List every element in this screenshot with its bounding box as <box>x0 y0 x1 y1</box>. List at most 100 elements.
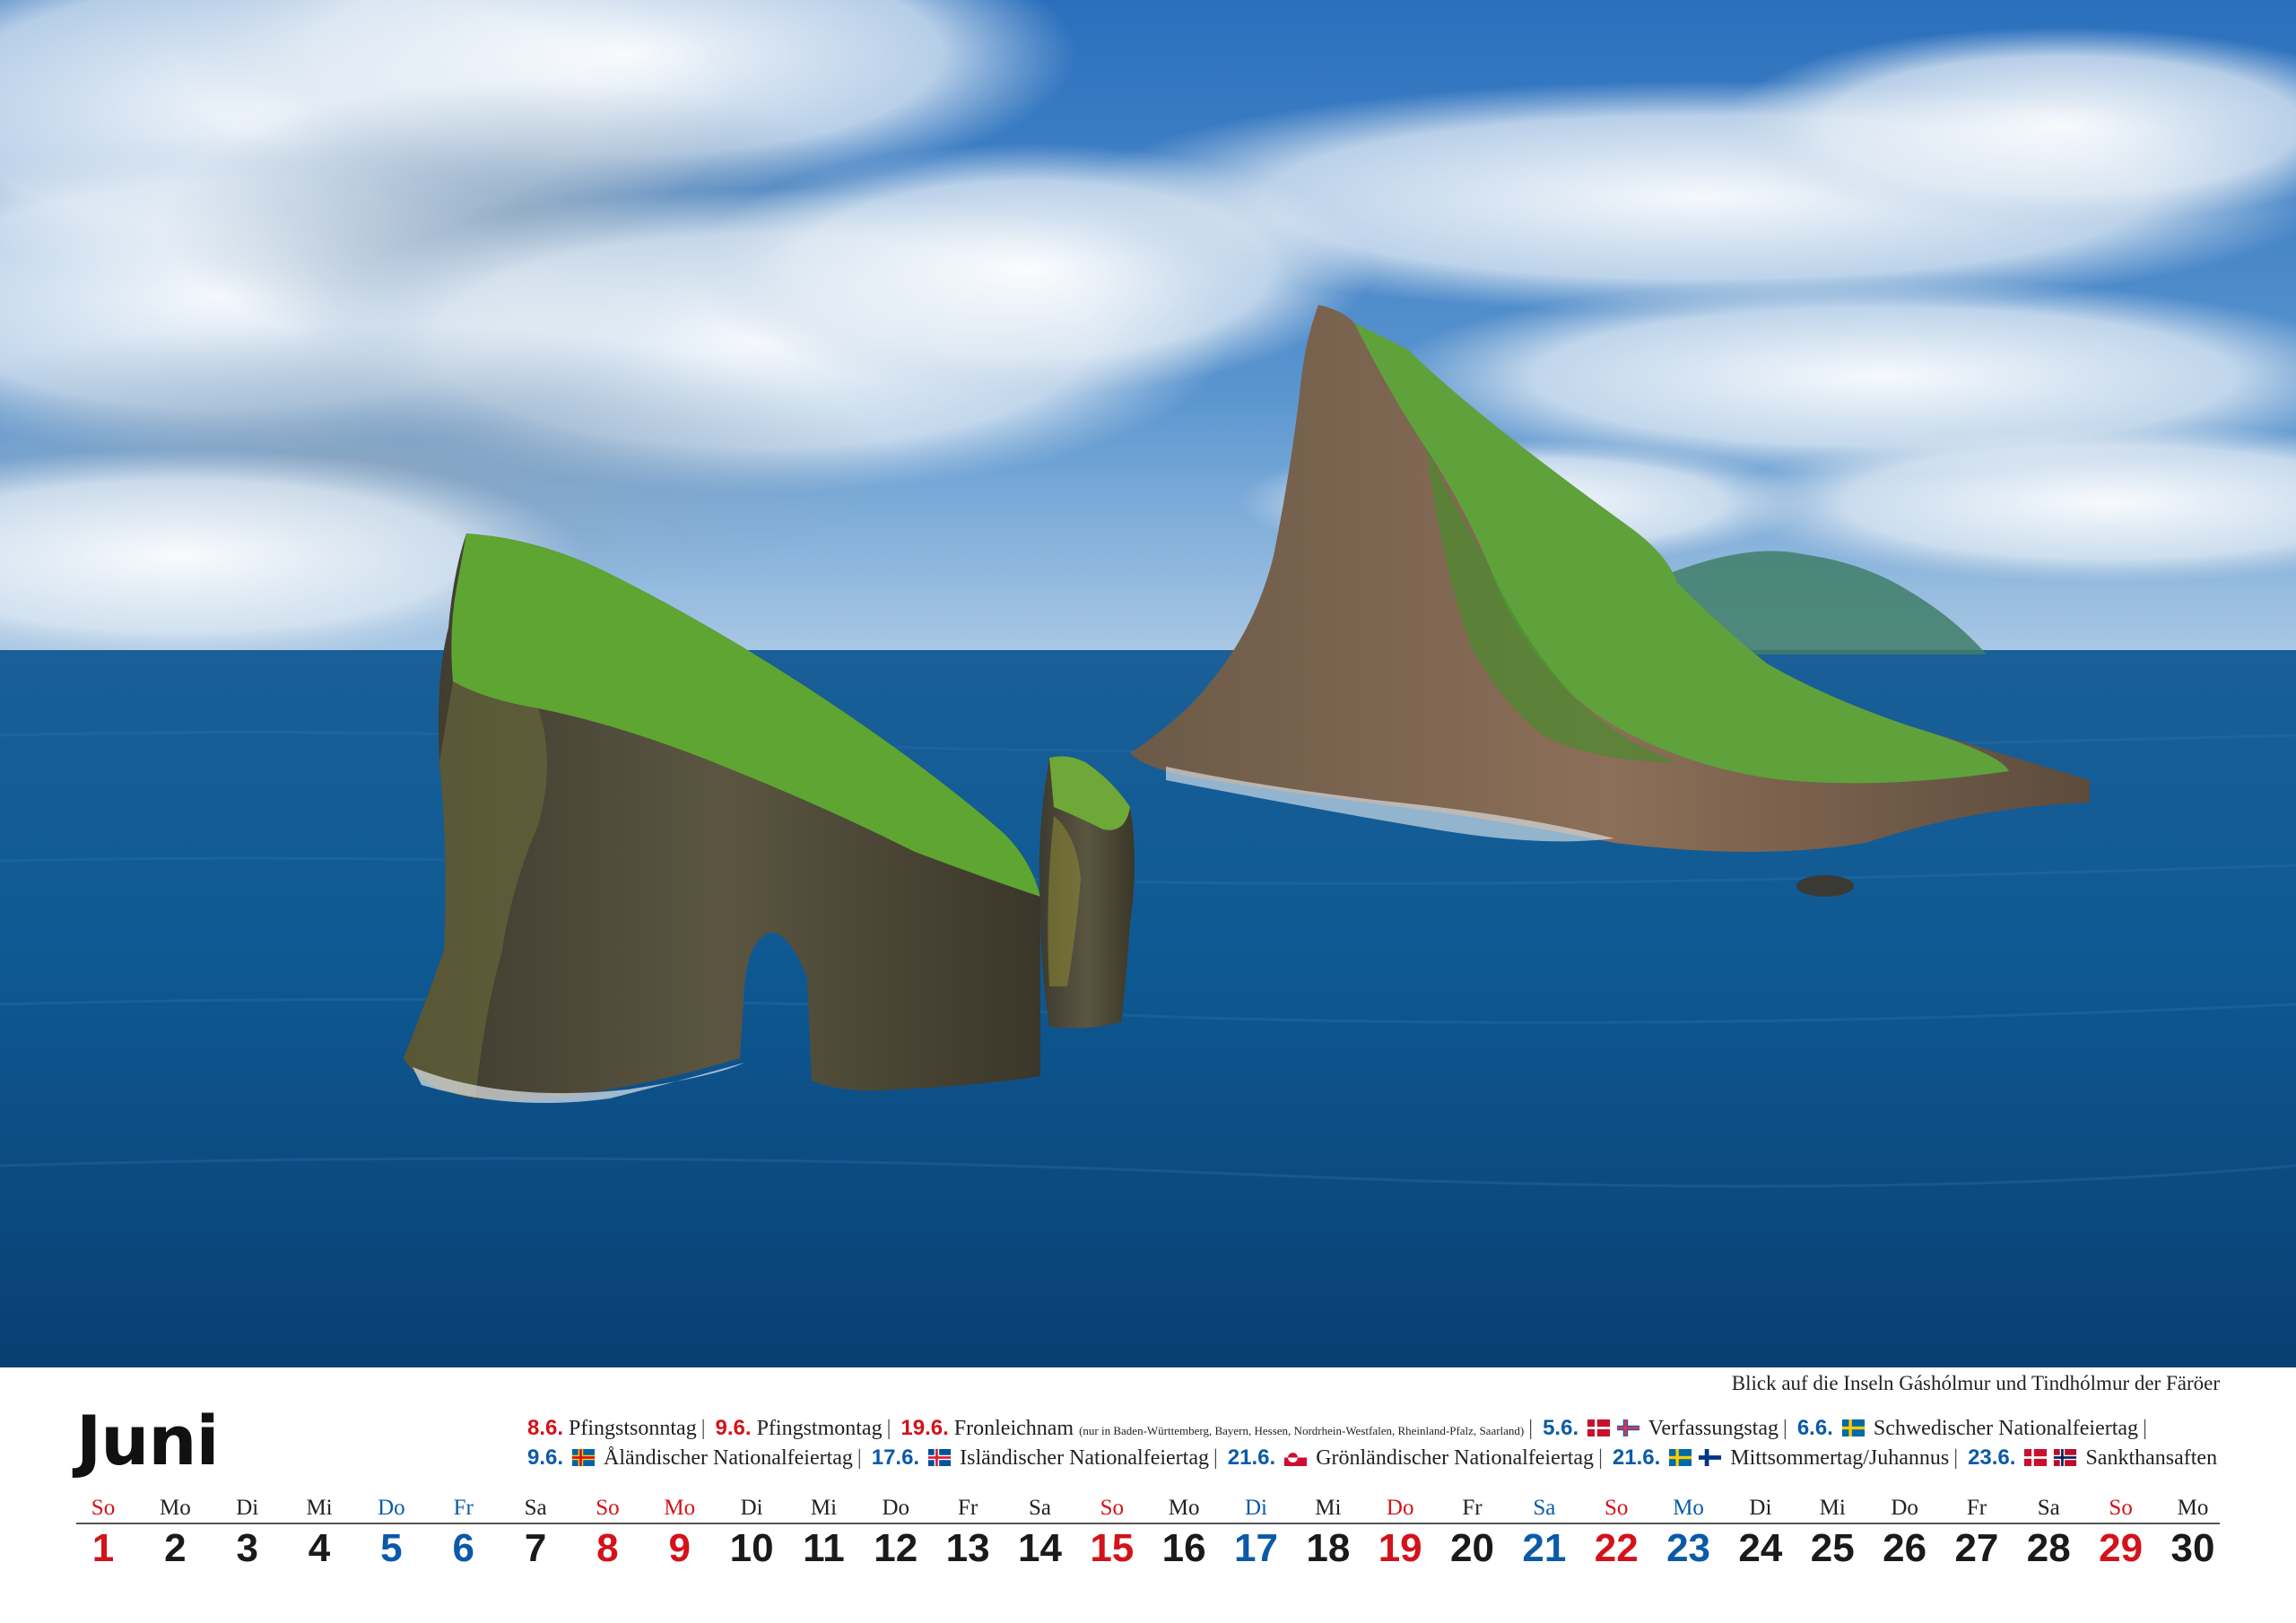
sweden-flag-icon <box>1669 1449 1692 1466</box>
date-number: 20 <box>1450 1526 1494 1570</box>
holiday-date: 17.6. <box>871 1445 920 1470</box>
finland-flag-icon <box>1699 1449 1722 1466</box>
weekday-label: Mo <box>159 1496 191 1520</box>
holiday-date: 23.6. <box>1968 1445 2016 1470</box>
weekday-label: So <box>1605 1496 1629 1520</box>
date-number: 4 <box>308 1526 331 1570</box>
holiday-note: (nur in Baden-Württemberg, Bayern, Hesse… <box>1079 1424 1525 1437</box>
holiday-date: 19.6. <box>900 1416 949 1440</box>
holiday-name: Isländischer Nationalfeiertag <box>960 1446 1209 1470</box>
separator: | <box>2143 1417 2147 1440</box>
date-number: 2 <box>164 1526 187 1570</box>
holiday-date: 5.6. <box>1543 1416 1579 1440</box>
date-number: 28 <box>2026 1526 2071 1570</box>
weekday-label: So <box>2109 1496 2133 1520</box>
date-number: 16 <box>1161 1526 1206 1570</box>
rock-islet <box>1796 875 1854 897</box>
date-number: 1 <box>91 1526 115 1570</box>
holiday-name: Pfingstmontag <box>756 1417 883 1440</box>
weekday-label: So <box>596 1496 620 1520</box>
holiday-name: Mittsommertag/Juhannus <box>1730 1446 1950 1470</box>
holiday-date: 6.6. <box>1796 1416 1833 1440</box>
aland-flag-icon <box>571 1449 596 1466</box>
weekday-label: Fr <box>958 1496 978 1520</box>
date-number: 18 <box>1306 1526 1351 1570</box>
denmark-flag-icon <box>2024 1449 2048 1466</box>
date-number: 26 <box>1883 1526 1927 1570</box>
date-number: 19 <box>1378 1526 1422 1570</box>
landscape-photo <box>0 0 2296 1367</box>
greenland-flag-icon <box>1284 1449 1308 1466</box>
holiday-name: Pfingstsonntag <box>569 1417 697 1440</box>
date-number: 8 <box>596 1526 619 1570</box>
weekday-label: Mi <box>1819 1496 1846 1520</box>
small-sea-stack <box>1039 756 1135 1028</box>
date-number: 6 <box>452 1526 474 1570</box>
separator: | <box>1213 1446 1218 1470</box>
weekday-label: Sa <box>524 1496 547 1520</box>
separator: | <box>857 1446 862 1470</box>
weekday-label: Sa <box>1533 1496 1556 1520</box>
separator: | <box>1953 1446 1959 1470</box>
sea-stacks-illustration <box>0 0 2296 1367</box>
faroe-flag-icon <box>1617 1419 1640 1436</box>
date-number: 24 <box>1738 1526 1783 1570</box>
date-number: 29 <box>2099 1526 2144 1570</box>
weekday-label: So <box>1100 1496 1125 1520</box>
weekday-label: Do <box>882 1496 910 1520</box>
weekday-label: Mo <box>1673 1496 1704 1520</box>
weekday-label: Fr <box>1966 1496 1987 1520</box>
date-number: 17 <box>1234 1526 1278 1570</box>
date-number: 27 <box>1954 1526 1999 1570</box>
weekday-label: Sa <box>2037 1496 2060 1520</box>
holiday-line-2: 9.6. Åländischer Nationalfeiertag | 17.6.… <box>527 1445 2267 1471</box>
weekday-label: Di <box>236 1496 259 1520</box>
weekday-label: Fr <box>453 1496 474 1520</box>
date-number: 22 <box>1594 1526 1639 1570</box>
holiday-line-1: 8.6. Pfingstsonntag | 9.6. Pfingstmontag |… <box>527 1415 2267 1445</box>
date-number: 7 <box>524 1526 547 1570</box>
weekday-label: Mi <box>306 1496 333 1520</box>
separator: | <box>1598 1446 1603 1470</box>
weekday-label: Di <box>1245 1496 1267 1520</box>
weekday-label: Di <box>740 1496 763 1520</box>
weekday-label: Mo <box>664 1496 696 1520</box>
weekday-label: Fr <box>1462 1496 1483 1520</box>
holiday-date: 21.6. <box>1227 1445 1276 1470</box>
date-number: 3 <box>236 1526 258 1570</box>
photo-caption: Blick auf die Inseln Gáshólmur und Tindh… <box>1731 1372 2220 1394</box>
date-number: 23 <box>1666 1526 1711 1570</box>
holiday-date: 9.6. <box>715 1416 752 1440</box>
weekday-label: Do <box>378 1496 405 1520</box>
weekday-label: So <box>91 1496 116 1520</box>
date-row: 1 2 3 4 5 6 7 8 9 10 11 12 13 14 15 16 17 18 19 20 21 22 23 24 2… <box>76 1526 2220 1571</box>
separator: | <box>700 1417 706 1440</box>
date-number: 13 <box>945 1526 990 1570</box>
date-number: 14 <box>1017 1526 1062 1570</box>
date-number: 9 <box>668 1526 691 1570</box>
month-title: Juni <box>76 1401 220 1480</box>
separator: | <box>1783 1417 1787 1440</box>
weekday-label: Mi <box>810 1496 838 1520</box>
holiday-name: Fronleichnam <box>953 1417 1074 1440</box>
separator: | <box>1528 1417 1534 1440</box>
date-number: 12 <box>874 1526 918 1570</box>
holiday-date: 21.6. <box>1612 1445 1661 1470</box>
iceland-flag-icon <box>928 1449 952 1466</box>
date-number: 25 <box>1810 1526 1855 1570</box>
holiday-name: Schwedischer Nationalfeiertag <box>1873 1417 2139 1440</box>
sweden-flag-icon <box>1841 1419 1865 1436</box>
weekday-label: Di <box>1749 1496 1772 1520</box>
weekday-label: Mi <box>1315 1496 1342 1520</box>
weekday-label: Do <box>1386 1496 1414 1520</box>
date-number: 11 <box>803 1526 845 1570</box>
holiday-name: Verfassungstag <box>1648 1417 1779 1440</box>
weekday-label: Mo <box>1168 1496 1200 1520</box>
holiday-name: Grönländischer Nationalfeiertag <box>1316 1446 1595 1470</box>
weekday-label: Mo <box>2177 1496 2209 1520</box>
separator: | <box>886 1417 891 1440</box>
holiday-name: Åländischer Nationalfeiertag <box>604 1446 853 1470</box>
weekday-label: Sa <box>1028 1496 1051 1520</box>
holiday-date: 8.6. <box>527 1416 564 1440</box>
weekday-label: Do <box>1891 1496 1918 1520</box>
